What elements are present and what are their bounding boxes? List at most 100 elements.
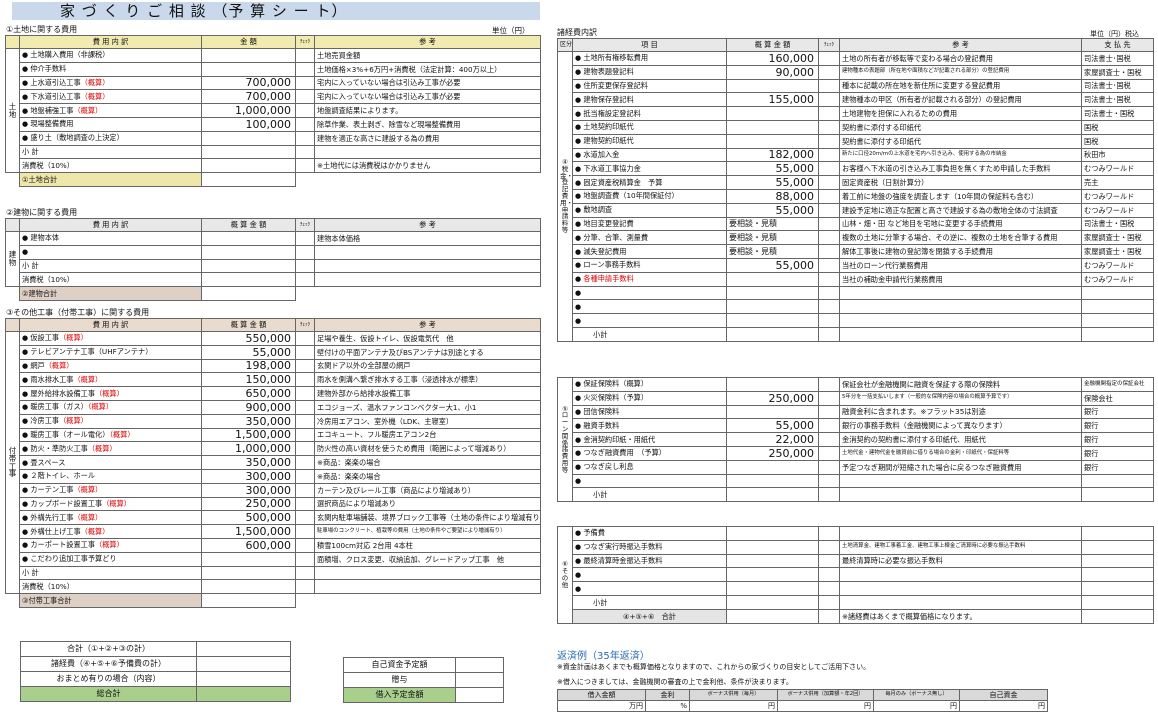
amount-cell[interactable]: 700,000 (201, 89, 296, 105)
check-cell[interactable] (295, 468, 315, 484)
check-cell[interactable] (295, 331, 315, 346)
check-cell[interactable] (818, 175, 840, 190)
check-cell[interactable] (818, 377, 840, 392)
amount-cell[interactable]: 要相談・見積 (726, 230, 819, 246)
summary-value[interactable] (196, 641, 291, 657)
check-cell[interactable] (818, 432, 840, 447)
check-cell[interactable] (295, 244, 315, 260)
check-cell[interactable] (295, 524, 315, 539)
amount-cell[interactable]: 250,000 (726, 445, 819, 461)
amount-cell[interactable]: 600,000 (201, 537, 296, 553)
amount-cell[interactable]: 198,000 (201, 358, 296, 374)
check-cell[interactable] (818, 244, 840, 259)
amount-cell[interactable]: 182,000 (726, 147, 819, 163)
amount-cell[interactable]: 900,000 (201, 399, 296, 415)
check-cell[interactable] (818, 78, 840, 94)
repay-value[interactable]: 円 (959, 700, 1048, 712)
check-cell[interactable] (295, 344, 315, 360)
check-cell[interactable] (818, 418, 840, 434)
amount-cell[interactable] (726, 299, 819, 315)
check-cell[interactable] (818, 473, 840, 489)
check-cell[interactable] (818, 459, 840, 475)
amount-cell[interactable]: 55,000 (201, 344, 296, 360)
check-cell[interactable] (295, 103, 315, 118)
check-cell[interactable] (295, 551, 315, 567)
repay-value[interactable]: 万円 (557, 700, 646, 712)
amount-cell[interactable]: 55,000 (726, 161, 819, 177)
check-cell[interactable] (295, 413, 315, 429)
amount-cell[interactable] (726, 377, 819, 392)
amount-cell[interactable] (726, 526, 819, 541)
check-cell[interactable] (818, 539, 840, 555)
check-cell[interactable] (295, 537, 315, 553)
check-cell[interactable] (295, 441, 315, 457)
amount-cell[interactable] (726, 133, 819, 149)
check-cell[interactable] (818, 526, 840, 541)
amount-cell[interactable]: 350,000 (201, 413, 296, 429)
amount-cell[interactable]: 要相談・見積 (726, 244, 819, 259)
amount-cell[interactable]: 要相談・見積 (726, 216, 819, 232)
check-cell[interactable] (818, 64, 840, 80)
summary-value[interactable] (196, 671, 291, 687)
check-cell[interactable] (818, 299, 840, 315)
repay-value[interactable]: % (645, 700, 690, 712)
amount-cell[interactable] (726, 553, 819, 569)
amount-cell[interactable]: 22,000 (726, 432, 819, 447)
check-cell[interactable] (295, 386, 315, 401)
check-cell[interactable] (818, 581, 840, 596)
amount-cell[interactable]: 1,500,000 (201, 427, 296, 443)
check-cell[interactable] (818, 285, 840, 301)
amount-cell[interactable] (726, 106, 819, 121)
check-cell[interactable] (295, 89, 315, 105)
amount-cell[interactable] (726, 459, 819, 475)
check-cell[interactable] (818, 567, 840, 583)
amount-cell[interactable] (726, 473, 819, 489)
check-cell[interactable] (818, 553, 840, 569)
amount-cell[interactable]: 55,000 (726, 202, 819, 218)
amount-cell[interactable] (201, 231, 296, 246)
check-cell[interactable] (295, 482, 315, 498)
amount-cell[interactable] (201, 551, 296, 567)
amount-cell[interactable] (201, 61, 296, 77)
amount-cell[interactable]: 1,500,000 (201, 524, 296, 539)
check-cell[interactable] (818, 188, 840, 204)
check-cell[interactable] (295, 61, 315, 77)
amount-cell[interactable]: 550,000 (201, 331, 296, 346)
check-cell[interactable] (295, 75, 315, 91)
amount-cell[interactable]: 150,000 (201, 372, 296, 388)
check-cell[interactable] (295, 116, 315, 132)
check-cell[interactable] (818, 119, 840, 135)
repay-value[interactable]: 円 (689, 700, 778, 712)
amount-cell[interactable] (726, 119, 819, 135)
check-cell[interactable] (818, 313, 840, 328)
check-cell[interactable] (295, 130, 315, 146)
amount-cell[interactable]: 100,000 (201, 116, 296, 132)
amount-cell[interactable]: 500,000 (201, 510, 296, 526)
amount-cell[interactable] (726, 271, 819, 287)
check-cell[interactable] (295, 510, 315, 526)
funds-value[interactable] (455, 672, 504, 688)
amount-cell[interactable]: 300,000 (201, 468, 296, 484)
check-cell[interactable] (818, 133, 840, 149)
amount-cell[interactable]: 1,000,000 (201, 441, 296, 457)
check-cell[interactable] (818, 390, 840, 406)
check-cell[interactable] (295, 496, 315, 512)
amount-cell[interactable]: 250,000 (201, 496, 296, 512)
amount-cell[interactable] (726, 313, 819, 328)
check-cell[interactable] (818, 51, 840, 66)
amount-cell[interactable]: 1,000,000 (201, 103, 296, 118)
amount-cell[interactable] (201, 130, 296, 146)
check-cell[interactable] (818, 445, 840, 461)
amount-cell[interactable] (726, 404, 819, 420)
check-cell[interactable] (295, 358, 315, 374)
amount-cell[interactable]: 88,000 (726, 188, 819, 204)
check-cell[interactable] (295, 427, 315, 443)
check-cell[interactable] (818, 257, 840, 273)
funds-value[interactable] (455, 687, 504, 703)
amount-cell[interactable] (726, 567, 819, 583)
check-cell[interactable] (295, 372, 315, 388)
amount-cell[interactable] (201, 48, 296, 63)
amount-cell[interactable]: 160,000 (726, 51, 819, 66)
funds-value[interactable] (455, 657, 504, 673)
amount-cell[interactable]: 155,000 (726, 92, 819, 108)
